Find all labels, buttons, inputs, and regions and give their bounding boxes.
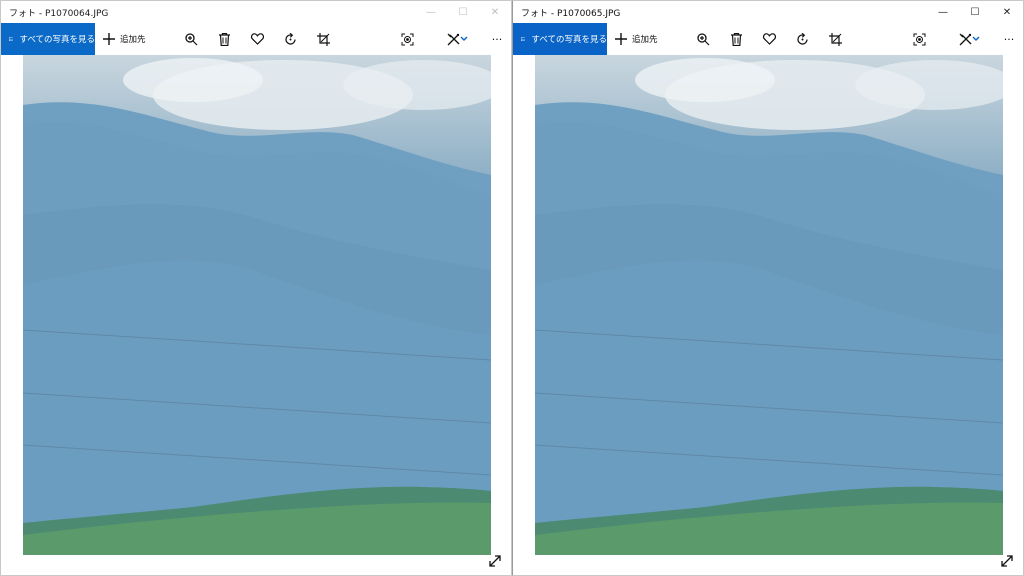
add-to-label: 追加先: [632, 35, 658, 45]
plus-icon: [615, 33, 627, 45]
add-to-button[interactable]: 追加先: [615, 33, 658, 45]
crop-icon[interactable]: [311, 23, 335, 55]
photos-window-right: フォト - P1070065.JPG — ☐ ✕ すべての写真を見る 追加先 ·…: [512, 0, 1024, 576]
minimize-button[interactable]: —: [415, 1, 447, 23]
photo-viewer[interactable]: [535, 55, 1003, 555]
more-icon[interactable]: ···: [997, 23, 1021, 55]
delete-icon[interactable]: [212, 23, 236, 55]
toolbar: すべての写真を見る 追加先 ···: [1, 23, 511, 55]
maximize-button[interactable]: ☐: [959, 1, 991, 23]
minimize-button[interactable]: —: [927, 1, 959, 23]
photos-icon: [521, 37, 526, 41]
rotate-icon[interactable]: [278, 23, 302, 55]
rotate-icon[interactable]: [790, 23, 814, 55]
more-icon[interactable]: ···: [485, 23, 509, 55]
window-title: フォト - P1070064.JPG: [9, 8, 109, 19]
maximize-button[interactable]: ☐: [447, 1, 479, 23]
zoom-icon[interactable]: [179, 23, 203, 55]
all-photos-button[interactable]: すべての写真を見る: [1, 23, 95, 55]
add-to-label: 追加先: [120, 35, 146, 45]
plus-icon: [103, 33, 115, 45]
spot-fix-icon[interactable]: [907, 23, 931, 55]
toolbar: すべての写真を見る 追加先 ···: [513, 23, 1023, 55]
mountain-photo: [535, 55, 1003, 555]
title-bar[interactable]: フォト - P1070065.JPG — ☐ ✕: [513, 1, 1023, 23]
all-photos-label: すべての写真を見る: [531, 35, 607, 45]
chevron-down-icon[interactable]: [968, 23, 984, 55]
close-button[interactable]: ✕: [991, 1, 1023, 23]
photos-window-left: フォト - P1070064.JPG — ☐ ✕ すべての写真を見る 追加先 ·…: [0, 0, 512, 576]
caption-buttons: — ☐ ✕: [927, 1, 1023, 23]
desktop: フォト - P1070064.JPG — ☐ ✕ すべての写真を見る 追加先 ·…: [0, 0, 1024, 576]
expand-icon[interactable]: [999, 553, 1015, 569]
mountain-photo: [23, 55, 491, 555]
title-bar[interactable]: フォト - P1070064.JPG — ☐ ✕: [1, 1, 511, 23]
close-button[interactable]: ✕: [479, 1, 511, 23]
favorite-icon[interactable]: [757, 23, 781, 55]
crop-icon[interactable]: [823, 23, 847, 55]
all-photos-label: すべての写真を見る: [19, 35, 95, 45]
favorite-icon[interactable]: [245, 23, 269, 55]
caption-buttons: — ☐ ✕: [415, 1, 511, 23]
zoom-icon[interactable]: [691, 23, 715, 55]
expand-icon[interactable]: [487, 553, 503, 569]
photos-icon: [9, 37, 14, 41]
spot-fix-icon[interactable]: [395, 23, 419, 55]
photo-viewer[interactable]: [23, 55, 491, 555]
delete-icon[interactable]: [724, 23, 748, 55]
chevron-down-icon[interactable]: [456, 23, 472, 55]
window-title: フォト - P1070065.JPG: [521, 8, 621, 19]
add-to-button[interactable]: 追加先: [103, 33, 146, 45]
all-photos-button[interactable]: すべての写真を見る: [513, 23, 607, 55]
